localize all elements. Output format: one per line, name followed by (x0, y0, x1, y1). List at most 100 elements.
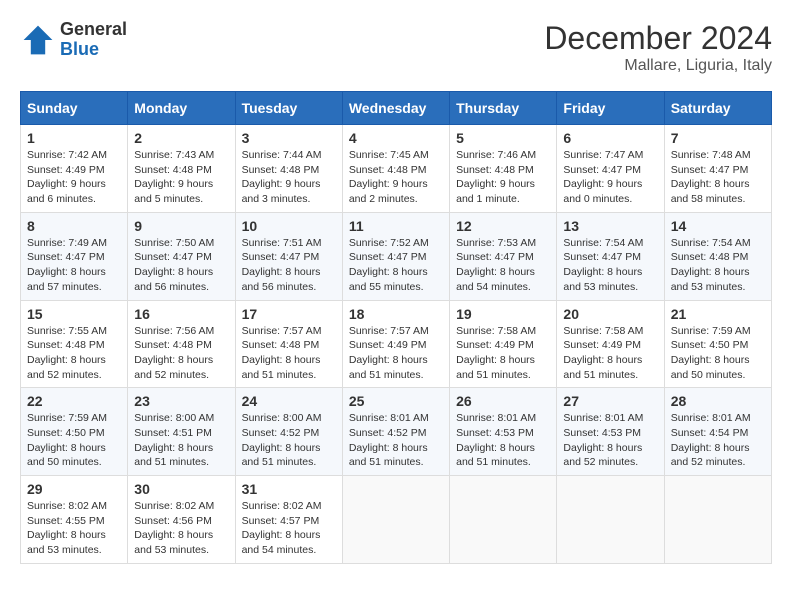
day-cell-5: 5 Sunrise: 7:46 AMSunset: 4:48 PMDaylight… (450, 125, 557, 213)
day-cell-13: 13 Sunrise: 7:54 AMSunset: 4:47 PMDayligh… (557, 212, 664, 300)
day-cell-21: 21 Sunrise: 7:59 AMSunset: 4:50 PMDayligh… (664, 300, 771, 388)
day-info: Sunrise: 7:55 AMSunset: 4:48 PMDaylight:… (27, 324, 121, 383)
day-number: 31 (242, 481, 336, 497)
day-number: 29 (27, 481, 121, 497)
day-cell-15: 15 Sunrise: 7:55 AMSunset: 4:48 PMDayligh… (21, 300, 128, 388)
day-info: Sunrise: 7:46 AMSunset: 4:48 PMDaylight:… (456, 148, 550, 207)
day-cell-28: 28 Sunrise: 8:01 AMSunset: 4:54 PMDayligh… (664, 388, 771, 476)
day-cell-31: 31 Sunrise: 8:02 AMSunset: 4:57 PMDayligh… (235, 476, 342, 564)
weekday-header-thursday: Thursday (450, 92, 557, 125)
day-cell-8: 8 Sunrise: 7:49 AMSunset: 4:47 PMDaylight… (21, 212, 128, 300)
day-number: 8 (27, 218, 121, 234)
day-info: Sunrise: 7:56 AMSunset: 4:48 PMDaylight:… (134, 324, 228, 383)
logo-general-text: General (60, 20, 127, 40)
day-cell-24: 24 Sunrise: 8:00 AMSunset: 4:52 PMDayligh… (235, 388, 342, 476)
day-cell-17: 17 Sunrise: 7:57 AMSunset: 4:48 PMDayligh… (235, 300, 342, 388)
day-info: Sunrise: 7:58 AMSunset: 4:49 PMDaylight:… (456, 324, 550, 383)
day-number: 28 (671, 393, 765, 409)
day-info: Sunrise: 7:54 AMSunset: 4:47 PMDaylight:… (563, 236, 657, 295)
header: General Blue December 2024 Mallare, Ligu… (20, 20, 772, 75)
day-number: 26 (456, 393, 550, 409)
day-number: 25 (349, 393, 443, 409)
day-number: 11 (349, 218, 443, 234)
day-info: Sunrise: 7:48 AMSunset: 4:47 PMDaylight:… (671, 148, 765, 207)
month-title: December 2024 (544, 20, 772, 57)
day-number: 27 (563, 393, 657, 409)
day-cell-1: 1 Sunrise: 7:42 AMSunset: 4:49 PMDaylight… (21, 125, 128, 213)
day-info: Sunrise: 8:00 AMSunset: 4:51 PMDaylight:… (134, 411, 228, 470)
title-area: December 2024 Mallare, Liguria, Italy (544, 20, 772, 75)
day-info: Sunrise: 7:44 AMSunset: 4:48 PMDaylight:… (242, 148, 336, 207)
day-cell-26: 26 Sunrise: 8:01 AMSunset: 4:53 PMDayligh… (450, 388, 557, 476)
day-info: Sunrise: 8:02 AMSunset: 4:56 PMDaylight:… (134, 499, 228, 558)
day-info: Sunrise: 8:02 AMSunset: 4:55 PMDaylight:… (27, 499, 121, 558)
day-info: Sunrise: 8:00 AMSunset: 4:52 PMDaylight:… (242, 411, 336, 470)
day-number: 21 (671, 306, 765, 322)
day-cell-12: 12Sunrise: 7:53 AMSunset: 4:47 PMDayligh… (450, 212, 557, 300)
weekday-header-tuesday: Tuesday (235, 92, 342, 125)
day-cell-2: 2Sunrise: 7:43 AMSunset: 4:48 PMDaylight… (128, 125, 235, 213)
week-row-1: 1 Sunrise: 7:42 AMSunset: 4:49 PMDaylight… (21, 125, 772, 213)
day-info: Sunrise: 8:01 AMSunset: 4:53 PMDaylight:… (563, 411, 657, 470)
day-cell-7: 7Sunrise: 7:48 AMSunset: 4:47 PMDaylight… (664, 125, 771, 213)
day-number: 15 (27, 306, 121, 322)
logo: General Blue (20, 20, 127, 60)
weekday-header-saturday: Saturday (664, 92, 771, 125)
day-cell-3: 3Sunrise: 7:44 AMSunset: 4:48 PMDaylight… (235, 125, 342, 213)
logo-blue-text: Blue (60, 40, 127, 60)
day-info: Sunrise: 7:59 AMSunset: 4:50 PMDaylight:… (671, 324, 765, 383)
day-number: 23 (134, 393, 228, 409)
empty-cell (450, 476, 557, 564)
day-number: 30 (134, 481, 228, 497)
day-info: Sunrise: 7:57 AMSunset: 4:48 PMDaylight:… (242, 324, 336, 383)
empty-cell (557, 476, 664, 564)
day-number: 16 (134, 306, 228, 322)
day-info: Sunrise: 7:51 AMSunset: 4:47 PMDaylight:… (242, 236, 336, 295)
day-info: Sunrise: 7:42 AMSunset: 4:49 PMDaylight:… (27, 148, 121, 207)
day-number: 13 (563, 218, 657, 234)
day-number: 20 (563, 306, 657, 322)
day-number: 22 (27, 393, 121, 409)
day-cell-22: 22Sunrise: 7:59 AMSunset: 4:50 PMDayligh… (21, 388, 128, 476)
day-number: 24 (242, 393, 336, 409)
weekday-header-row: SundayMondayTuesdayWednesdayThursdayFrid… (21, 92, 772, 125)
day-number: 6 (563, 130, 657, 146)
logo-text: General Blue (60, 20, 127, 60)
week-row-4: 22Sunrise: 7:59 AMSunset: 4:50 PMDayligh… (21, 388, 772, 476)
day-number: 18 (349, 306, 443, 322)
day-info: Sunrise: 8:01 AMSunset: 4:54 PMDaylight:… (671, 411, 765, 470)
day-info: Sunrise: 7:49 AMSunset: 4:47 PMDaylight:… (27, 236, 121, 295)
week-row-2: 8 Sunrise: 7:49 AMSunset: 4:47 PMDaylight… (21, 212, 772, 300)
day-number: 2 (134, 130, 228, 146)
day-cell-29: 29 Sunrise: 8:02 AMSunset: 4:55 PMDayligh… (21, 476, 128, 564)
day-info: Sunrise: 7:58 AMSunset: 4:49 PMDaylight:… (563, 324, 657, 383)
day-cell-30: 30 Sunrise: 8:02 AMSunset: 4:56 PMDayligh… (128, 476, 235, 564)
empty-cell (664, 476, 771, 564)
day-number: 5 (456, 130, 550, 146)
day-number: 1 (27, 130, 121, 146)
day-cell-23: 23 Sunrise: 8:00 AMSunset: 4:51 PMDayligh… (128, 388, 235, 476)
day-info: Sunrise: 7:45 AMSunset: 4:48 PMDaylight:… (349, 148, 443, 207)
day-cell-27: 27 Sunrise: 8:01 AMSunset: 4:53 PMDayligh… (557, 388, 664, 476)
day-cell-4: 4Sunrise: 7:45 AMSunset: 4:48 PMDaylight… (342, 125, 449, 213)
weekday-header-friday: Friday (557, 92, 664, 125)
day-number: 9 (134, 218, 228, 234)
day-info: Sunrise: 8:01 AMSunset: 4:53 PMDaylight:… (456, 411, 550, 470)
day-cell-19: 19Sunrise: 7:58 AMSunset: 4:49 PMDayligh… (450, 300, 557, 388)
day-number: 10 (242, 218, 336, 234)
calendar-table: SundayMondayTuesdayWednesdayThursdayFrid… (20, 91, 772, 564)
day-cell-16: 16 Sunrise: 7:56 AMSunset: 4:48 PMDayligh… (128, 300, 235, 388)
day-cell-11: 11Sunrise: 7:52 AMSunset: 4:47 PMDayligh… (342, 212, 449, 300)
day-cell-6: 6Sunrise: 7:47 AMSunset: 4:47 PMDaylight… (557, 125, 664, 213)
day-cell-20: 20 Sunrise: 7:58 AMSunset: 4:49 PMDayligh… (557, 300, 664, 388)
day-number: 12 (456, 218, 550, 234)
day-info: Sunrise: 7:57 AMSunset: 4:49 PMDaylight:… (349, 324, 443, 383)
day-info: Sunrise: 7:50 AMSunset: 4:47 PMDaylight:… (134, 236, 228, 295)
weekday-header-monday: Monday (128, 92, 235, 125)
day-cell-18: 18 Sunrise: 7:57 AMSunset: 4:49 PMDayligh… (342, 300, 449, 388)
logo-icon (20, 22, 56, 58)
day-info: Sunrise: 8:02 AMSunset: 4:57 PMDaylight:… (242, 499, 336, 558)
weekday-header-sunday: Sunday (21, 92, 128, 125)
day-number: 17 (242, 306, 336, 322)
day-number: 14 (671, 218, 765, 234)
